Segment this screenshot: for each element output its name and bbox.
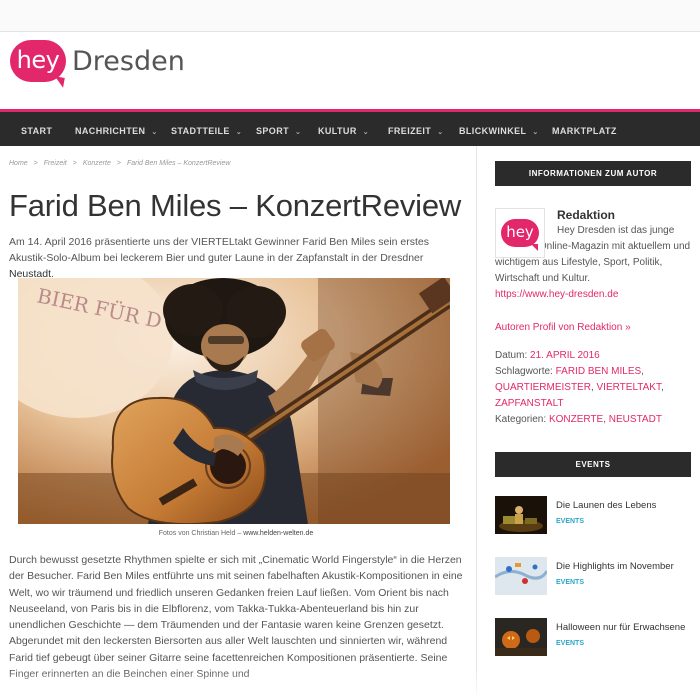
site-logo[interactable]: hey Dresden: [10, 38, 185, 84]
tag-link[interactable]: VIERTELTAKT: [597, 382, 661, 393]
nav-item-marktplatz[interactable]: MARKTPLATZ: [552, 126, 617, 136]
article-title: Farid Ben Miles – KonzertReview: [9, 188, 462, 223]
chevron-down-icon: ⌄: [235, 129, 243, 136]
event-title[interactable]: Die Highlights im November: [556, 561, 674, 572]
category-link[interactable]: KONZERTE: [549, 414, 603, 425]
events-widget: EVENTS Die Launen des Lebens EVENTS Die …: [495, 452, 691, 656]
site-header: hey Dresden: [0, 33, 700, 109]
intro-text: Am 14. April 2016 präsentierte uns der V…: [9, 236, 430, 264]
caption-text: Fotos von Christian Held –: [158, 530, 244, 537]
nav-item-stadtteile[interactable]: STADTTEILE ⌄: [171, 126, 242, 136]
nav-item-sport[interactable]: SPORT ⌄: [256, 126, 301, 136]
breadcrumb-konzerte[interactable]: Konzerte: [83, 160, 111, 167]
author-profile-link[interactable]: Autoren Profil von Redaktion »: [495, 320, 691, 336]
chevron-down-icon: ⌄: [295, 129, 302, 136]
tags-label: Schlagworte:: [495, 366, 553, 377]
event-item[interactable]: Halloween nur für Erwachsene EVENTS: [495, 618, 691, 658]
nav-item-kultur[interactable]: KULTUR ⌄: [318, 126, 369, 136]
event-item[interactable]: Die Launen des Lebens EVENTS: [495, 496, 691, 536]
photo-caption: Fotos von Christian Held – www.helden-we…: [9, 530, 463, 537]
tag-link[interactable]: ZAPFANSTALT: [495, 398, 564, 409]
author-website-link[interactable]: https://www.hey-dresden.de: [495, 287, 691, 303]
author-name[interactable]: Redaktion: [557, 208, 615, 222]
event-thumbnail[interactable]: [495, 557, 547, 595]
tag-link[interactable]: QUARTIERMEISTER: [495, 382, 591, 393]
events-widget-title: EVENTS: [495, 452, 691, 477]
halloween-pumpkin-image: [495, 618, 547, 656]
breadcrumb-separator: >: [116, 160, 121, 167]
author-avatar[interactable]: hey: [495, 208, 545, 258]
nav-label: KULTUR: [318, 126, 357, 136]
breadcrumb-separator: >: [72, 160, 77, 167]
article-intro: Am 14. April 2016 präsentierte uns der V…: [9, 234, 449, 282]
event-category[interactable]: EVENTS: [556, 640, 584, 647]
author-widget-title: INFORMATIONEN ZUM AUTOR: [495, 161, 691, 186]
meta-categories: Kategorien: KONZERTE, NEUSTADT: [495, 414, 662, 425]
map-collage-image: [495, 557, 547, 595]
breadcrumb-separator: >: [33, 160, 38, 167]
nav-item-blickwinkel[interactable]: BLICKWINKEL ⌄: [459, 126, 539, 136]
event-title[interactable]: Halloween nur für Erwachsene: [556, 622, 685, 633]
logo-speech-bubble-icon: hey: [10, 40, 66, 82]
column-divider: [476, 146, 477, 700]
breadcrumb-current: Farid Ben Miles – KonzertReview: [126, 160, 231, 167]
nav-label: BLICKWINKEL: [459, 126, 527, 136]
chevron-down-icon: ⌄: [532, 129, 539, 136]
logo-city-name: Dresden: [72, 45, 185, 77]
breadcrumb: Home > Freizeit > Konzerte > Farid Ben Miles –…: [9, 160, 463, 172]
meta-date: Datum: 21. APRIL 2016: [495, 348, 691, 364]
speech-bubble-icon: hey: [501, 219, 539, 251]
date-label: Datum:: [495, 350, 528, 361]
breadcrumb-freizeit[interactable]: Freizeit: [44, 160, 67, 167]
article-content: Home > Freizeit > Konzerte > Farid Ben Miles –…: [9, 160, 463, 680]
nav-item-freizeit[interactable]: FREIZEIT ⌄: [388, 126, 443, 136]
article-photo[interactable]: BIER FÜR D: [18, 278, 450, 524]
breadcrumb-home[interactable]: Home: [9, 160, 28, 167]
main-navigation: START NACHRICHTEN ⌄ STADTTEILE ⌄ SPORT ⌄ KU…: [0, 109, 700, 146]
article-body: Durch bewusst gesetzte Rhythmen spielte …: [9, 554, 463, 681]
article-meta: Datum: 21. APRIL 2016 Schlagworte: FARID…: [495, 348, 691, 428]
event-category[interactable]: EVENTS: [556, 579, 584, 586]
photographer-link[interactable]: www.helden-welten.de: [243, 530, 313, 537]
date-value[interactable]: 21. APRIL 2016: [530, 350, 600, 361]
tag-link[interactable]: FARID BEN MILES: [556, 366, 642, 377]
event-title[interactable]: Die Launen des Lebens: [556, 500, 656, 511]
stage-scene-image: [495, 496, 547, 534]
nav-label: FREIZEIT: [388, 126, 432, 136]
nav-item-nachrichten[interactable]: NACHRICHTEN ⌄: [75, 126, 158, 136]
guitarist-photo-image: BIER FÜR D: [18, 278, 450, 524]
nav-label: MARKTPLATZ: [552, 126, 617, 136]
categories-label: Kategorien:: [495, 414, 547, 425]
category-link[interactable]: NEUSTADT: [609, 414, 662, 425]
top-bar: [0, 0, 700, 32]
chevron-down-icon: ⌄: [151, 129, 158, 136]
logo-word: hey: [16, 45, 60, 74]
author-widget: INFORMATIONEN ZUM AUTOR hey Redaktion He…: [495, 161, 691, 428]
event-thumbnail[interactable]: [495, 618, 547, 656]
meta-tags: Schlagworte: FARID BEN MILES, QUARTIERMEI…: [495, 366, 664, 409]
event-category[interactable]: EVENTS: [556, 518, 584, 525]
nav-label: NACHRICHTEN: [75, 126, 146, 136]
author-box: hey Redaktion Hey Dresden ist das junge …: [495, 208, 691, 308]
nav-label: SPORT: [256, 126, 290, 136]
event-item[interactable]: Die Highlights im November EVENTS: [495, 557, 691, 597]
avatar-word: hey: [506, 223, 534, 241]
nav-label: STADTTEILE: [171, 126, 230, 136]
event-thumbnail[interactable]: [495, 496, 547, 534]
chevron-down-icon: ⌄: [437, 129, 444, 136]
nav-label: START: [21, 126, 53, 136]
chevron-down-icon: ⌄: [362, 129, 369, 136]
nav-item-start[interactable]: START: [21, 126, 52, 136]
